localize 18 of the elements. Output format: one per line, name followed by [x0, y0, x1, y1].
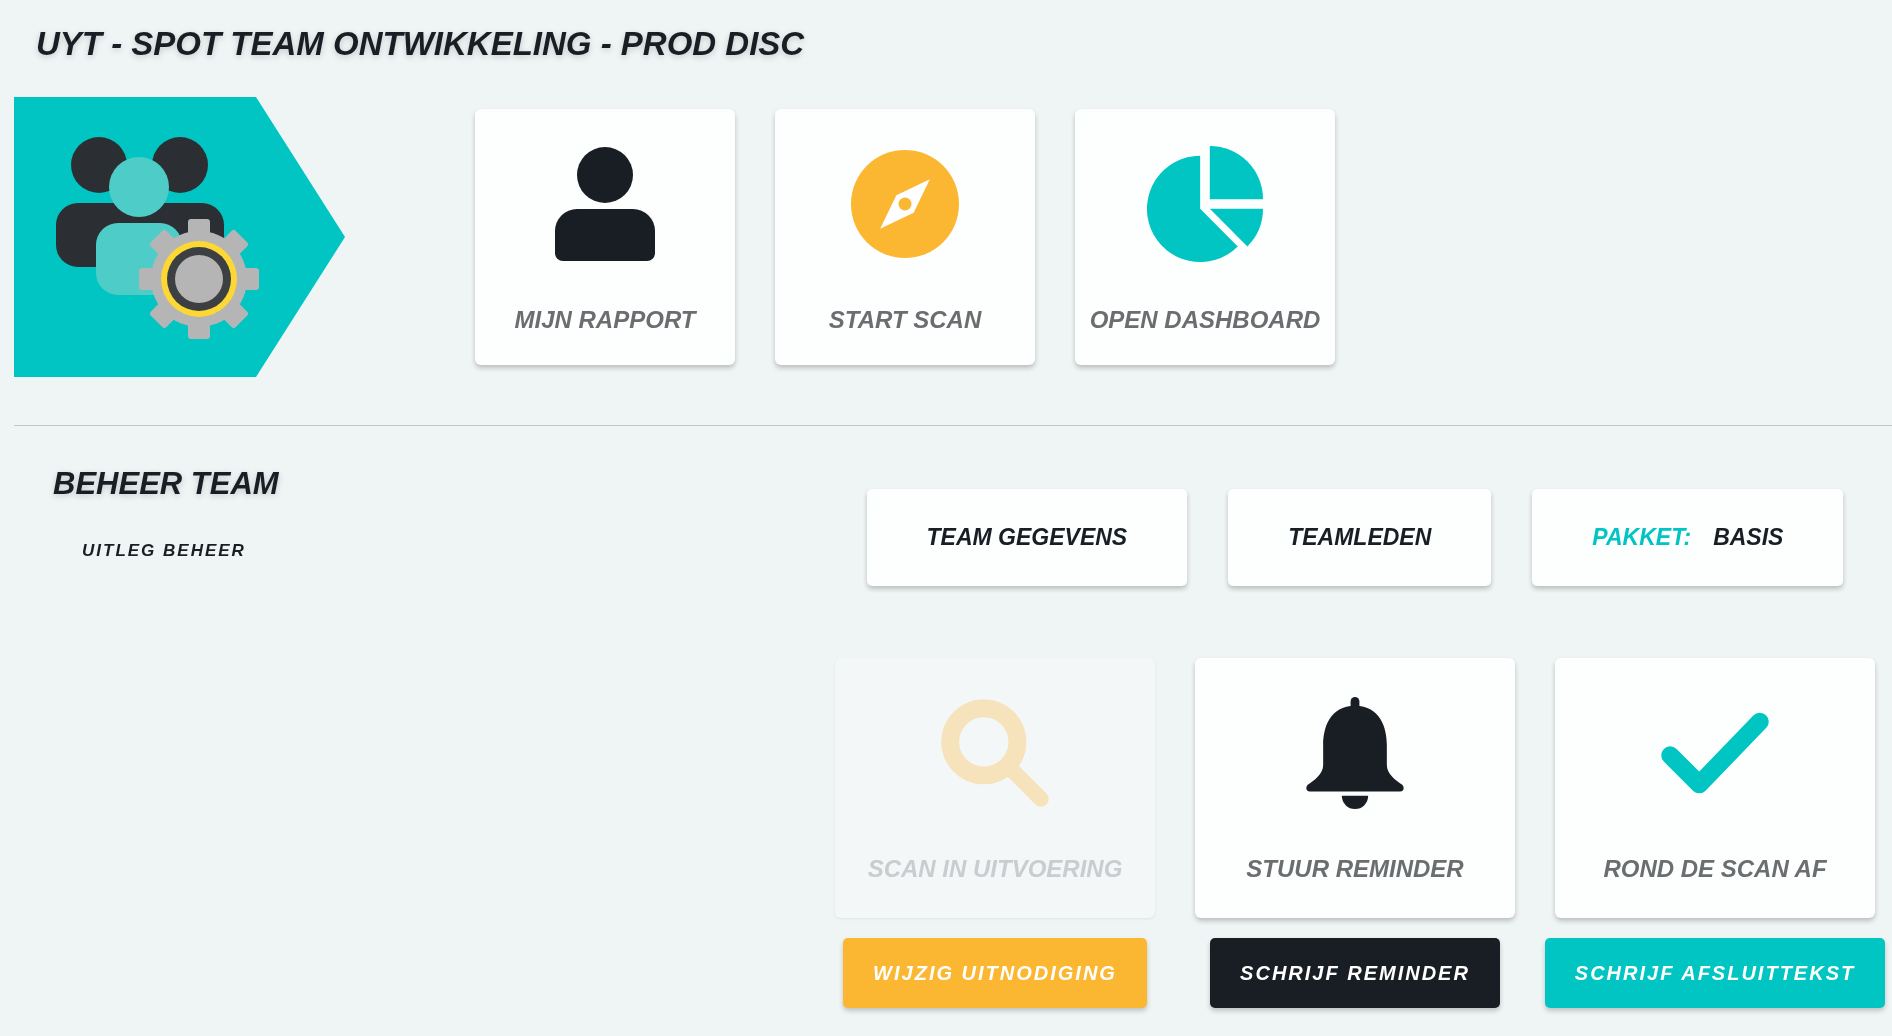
help-link[interactable]: UITLEG BEHEER [82, 540, 246, 562]
settings-button[interactable]: TEAMLEDEN [1228, 489, 1492, 586]
person-icon [555, 147, 655, 261]
page-title: UYT - SPOT TEAM ONTWIKKELING - PROD DISC [36, 24, 805, 64]
action-card[interactable]: ROND DE SCAN AF [1555, 658, 1875, 918]
package-button[interactable]: PAKKET: BASIS [1532, 489, 1844, 586]
bell-icon [1305, 697, 1405, 809]
action-card[interactable]: STUUR REMINDER [1195, 658, 1515, 918]
compass-icon [851, 150, 959, 258]
action-card[interactable]: MIJN RAPPORT [475, 109, 735, 365]
action-card[interactable]: START SCAN [775, 109, 1035, 365]
settings-button[interactable]: TEAM GEGEVENS [866, 489, 1188, 586]
action-button[interactable]: SCHRIJF REMINDER [1210, 938, 1500, 1008]
check-icon [1659, 710, 1771, 796]
action-card[interactable]: OPEN DASHBOARD [1075, 109, 1335, 365]
search-icon [939, 697, 1051, 809]
section-title: BEHEER TEAM [53, 465, 279, 503]
pie-chart-icon [1147, 146, 1263, 262]
